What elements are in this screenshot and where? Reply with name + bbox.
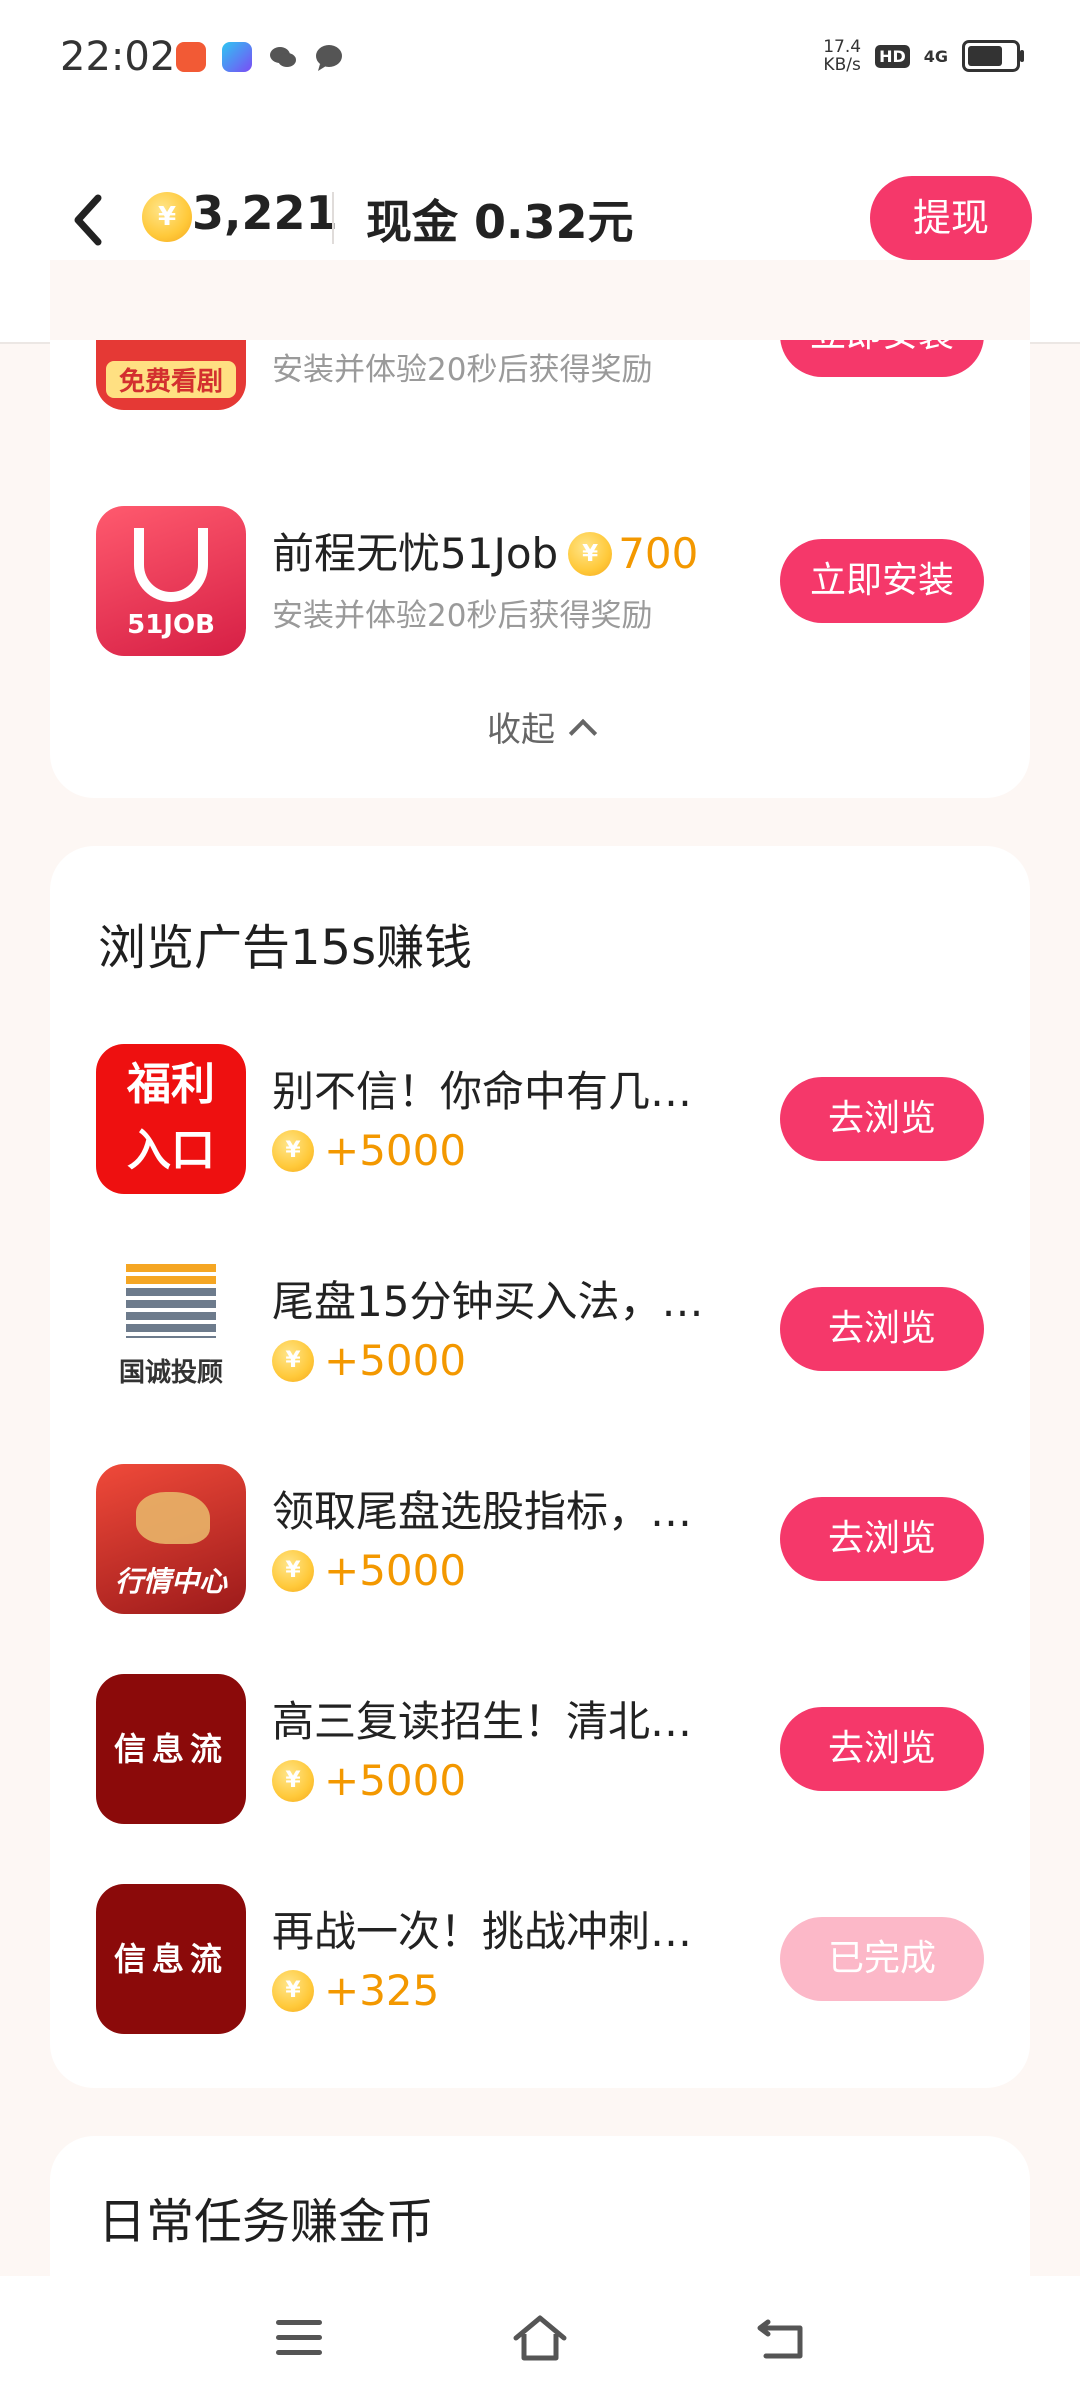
browse-button[interactable]: 去浏览 [780, 1077, 984, 1161]
app-icon-label: 福利 [127, 1059, 215, 1110]
hd-badge: HD [875, 44, 910, 68]
row-title: 领取尾盘选股指标，… [272, 1487, 693, 1536]
notification-icons [176, 42, 344, 72]
cash-balance: 现金 0.32元 [366, 195, 634, 249]
browse-button[interactable]: 去浏览 [780, 1707, 984, 1791]
reward-amount: +5000 [324, 1756, 467, 1805]
status-time: 22:02 [60, 34, 176, 80]
row-title: 再战一次！挑战冲刺… [272, 1907, 693, 1956]
list-item: 国诚投顾 尾盘15分钟买入法，… +5000 去浏览 [50, 1254, 1030, 1404]
network-speed-value: 17.4 [823, 37, 862, 57]
status-bar: 22:02 17.4 KB/s HD 4G [0, 0, 1080, 120]
network-speed: 17.4 KB/s [823, 38, 861, 74]
coin-icon [272, 1340, 314, 1382]
browse-ads-card: 浏览广告15s赚钱 福利 入口 别不信！你命中有几… +5000 去浏览 国诚投… [50, 846, 1030, 2088]
coin-balance: 3,221 [192, 186, 338, 240]
bull-icon [136, 1492, 210, 1544]
section-title: 浏览广告15s赚钱 [98, 920, 473, 976]
coin-icon [142, 192, 192, 242]
app-icon-label: 国诚投顾 [118, 1358, 223, 1388]
collapse-button[interactable]: 收起 [50, 702, 1030, 751]
row-title: 尾盘15分钟买入法，… [272, 1277, 704, 1326]
list-item: 51JOB 前程无忧51Job 700 安装并体验20秒后获得奖励 立即安装 [50, 506, 1030, 656]
app-name: 前程无忧51Job [272, 529, 559, 578]
chevron-up-icon [568, 718, 598, 748]
menu-icon[interactable] [276, 2320, 322, 2356]
app-icon-label: 入口 [127, 1125, 215, 1176]
app-icon: 国诚投顾 [96, 1254, 246, 1404]
list-item: 信息流 再战一次！挑战冲刺… +325 已完成 [50, 1884, 1030, 2034]
reward-amount: +5000 [324, 1336, 467, 1385]
app-icon: 信息流 [96, 1884, 246, 2034]
wechat-icon [270, 47, 296, 67]
reward-amount: +5000 [324, 1126, 467, 1175]
row-title: 别不信！你命中有几… [272, 1067, 693, 1116]
logo-mark [126, 1264, 216, 1338]
collapse-label: 收起 [487, 710, 555, 750]
list-item: 信息流 高三复读招生！清北… +5000 去浏览 [50, 1674, 1030, 1824]
app-icon: 福利 入口 [96, 1044, 246, 1194]
row-reward: +5000 [272, 1756, 466, 1805]
list-item: 行情中心 领取尾盘选股指标，… +5000 去浏览 [50, 1464, 1030, 1614]
divider [332, 192, 334, 244]
app-icon: 51JOB [96, 506, 246, 656]
home-icon[interactable] [510, 2312, 570, 2366]
message-icon [316, 45, 342, 71]
section-title: 日常任务赚金币 [98, 2194, 435, 2250]
install-tasks-card: 免费看剧 安装并体验20秒后获得奖励 立即安装 51JOB 前程无忧51Job 7… [50, 260, 1030, 798]
app-icon: 信息流 [96, 1674, 246, 1824]
row-title: 前程无忧51Job 700 [272, 520, 698, 581]
status-right: 17.4 KB/s HD 4G [823, 38, 1024, 74]
coin-icon [272, 1760, 314, 1802]
coin-icon [272, 1970, 314, 2012]
list-item: 福利 入口 别不信！你命中有几… +5000 去浏览 [50, 1044, 1030, 1194]
row-reward: +5000 [272, 1546, 466, 1595]
withdraw-button[interactable]: 提现 [870, 176, 1032, 260]
app-icon: 行情中心 [96, 1464, 246, 1614]
reward-amount: +325 [324, 1966, 440, 2015]
video-app-notification-icon [222, 42, 252, 72]
network-speed-unit: KB/s [823, 55, 861, 75]
app-icon-label: 免费看剧 [106, 361, 236, 398]
app-icon-label: 51JOB [127, 610, 215, 640]
row-subtitle: 安装并体验20秒后获得奖励 [272, 352, 653, 388]
system-nav-bar [0, 2276, 1080, 2400]
install-button[interactable]: 立即安装 [780, 539, 984, 623]
back-icon[interactable] [756, 2316, 806, 2362]
coin-icon [568, 532, 613, 576]
scroll-mask [50, 260, 1030, 340]
browse-button[interactable]: 去浏览 [780, 1497, 984, 1581]
row-subtitle: 安装并体验20秒后获得奖励 [272, 598, 653, 634]
row-reward: +325 [272, 1966, 439, 2015]
completed-button: 已完成 [780, 1917, 984, 2001]
reward-amount: +5000 [324, 1546, 467, 1595]
coin-icon [272, 1130, 314, 1172]
row-reward: +5000 [272, 1336, 466, 1385]
app-icon-label: 行情中心 [114, 1565, 227, 1598]
signal-icon: 4G [923, 46, 948, 66]
row-reward: +5000 [272, 1126, 466, 1175]
coin-icon [272, 1550, 314, 1592]
logo-mark [134, 528, 208, 602]
browse-button[interactable]: 去浏览 [780, 1287, 984, 1371]
battery-icon [962, 40, 1024, 72]
app-notification-icon [176, 42, 206, 72]
reward-amount: 700 [618, 529, 699, 578]
row-title: 高三复读招生！清北… [272, 1697, 693, 1746]
back-arrow-icon[interactable] [68, 190, 108, 250]
